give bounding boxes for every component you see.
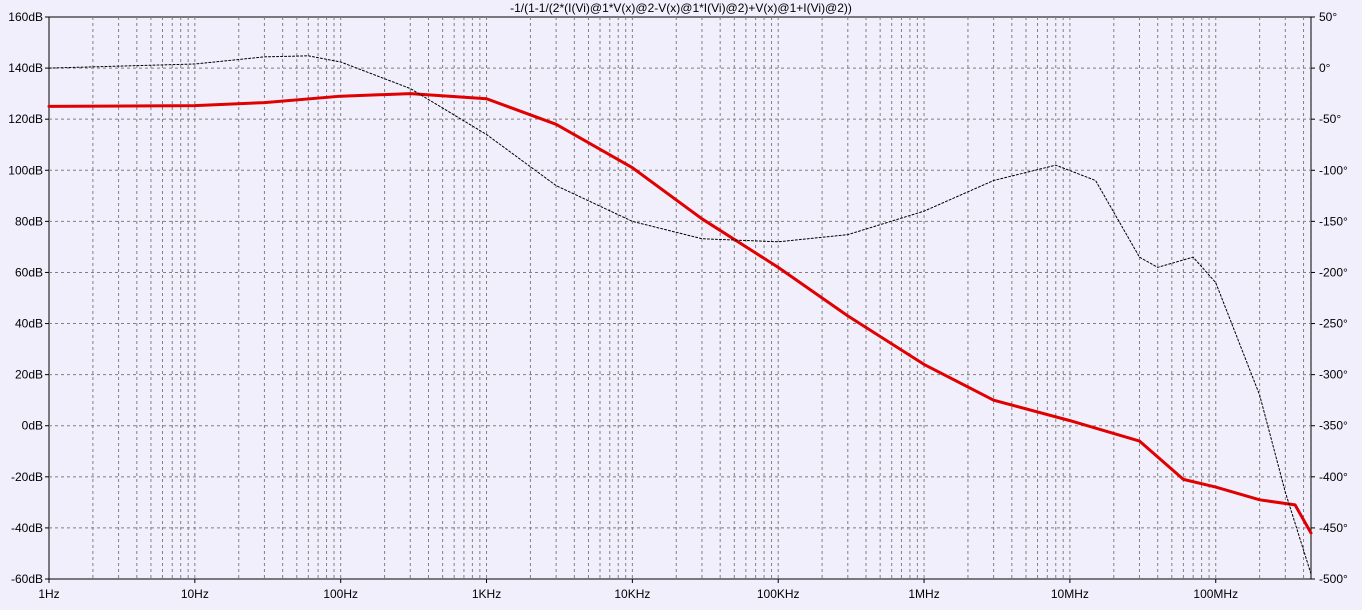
y-left-tick-label: 80dB bbox=[15, 214, 43, 228]
y-left-tick-label: 60dB bbox=[15, 265, 43, 279]
y-right-tick-label: -100° bbox=[1319, 163, 1348, 177]
x-tick-label: 1KHz bbox=[472, 587, 501, 601]
y-right-tick-label: -50° bbox=[1319, 112, 1341, 126]
y-right-tick-label: -250° bbox=[1319, 317, 1348, 331]
y-right-tick-label: -150° bbox=[1319, 214, 1348, 228]
x-tick-label: 10Hz bbox=[181, 587, 209, 601]
y-left-tick-label: -20dB bbox=[11, 470, 43, 484]
y-left-tick-label: -40dB bbox=[11, 521, 43, 535]
bode-plot-svg: -1/(1-1/(2*(I(Vi)@1*V(x)@2-V(x)@1*I(Vi)@… bbox=[8, 1, 1348, 601]
y-right-tick-label: -400° bbox=[1319, 470, 1348, 484]
y-left-tick-label: 120dB bbox=[8, 112, 43, 126]
y-left-tick-label: 0dB bbox=[22, 419, 43, 433]
y-right-tick-label: 0° bbox=[1319, 61, 1331, 75]
y-right-tick-label: -350° bbox=[1319, 419, 1348, 433]
x-tick-label: 100KHz bbox=[757, 587, 800, 601]
chart-title: -1/(1-1/(2*(I(Vi)@1*V(x)@2-V(x)@1*I(Vi)@… bbox=[510, 1, 852, 15]
x-tick-label: 100Hz bbox=[323, 587, 358, 601]
y-left-tick-label: 100dB bbox=[8, 163, 43, 177]
x-tick-label: 100MHz bbox=[1193, 587, 1238, 601]
x-tick-label: 10MHz bbox=[1051, 587, 1089, 601]
y-right-tick-label: -500° bbox=[1319, 572, 1348, 586]
y-right-tick-label: 50° bbox=[1319, 10, 1337, 24]
y-right-tick-label: -300° bbox=[1319, 368, 1348, 382]
x-tick-label: 1Hz bbox=[38, 587, 59, 601]
y-right-tick-label: -450° bbox=[1319, 521, 1348, 535]
y-right-tick-label: -200° bbox=[1319, 265, 1348, 279]
y-left-tick-label: -60dB bbox=[11, 572, 43, 586]
x-tick-label: 1MHz bbox=[908, 587, 939, 601]
y-left-tick-label: 140dB bbox=[8, 61, 43, 75]
x-tick-label: 10KHz bbox=[614, 587, 650, 601]
y-left-tick-label: 20dB bbox=[15, 368, 43, 382]
y-left-tick-label: 160dB bbox=[8, 10, 43, 24]
bode-plot: -1/(1-1/(2*(I(Vi)@1*V(x)@2-V(x)@1*I(Vi)@… bbox=[0, 0, 1362, 605]
y-left-tick-label: 40dB bbox=[15, 317, 43, 331]
